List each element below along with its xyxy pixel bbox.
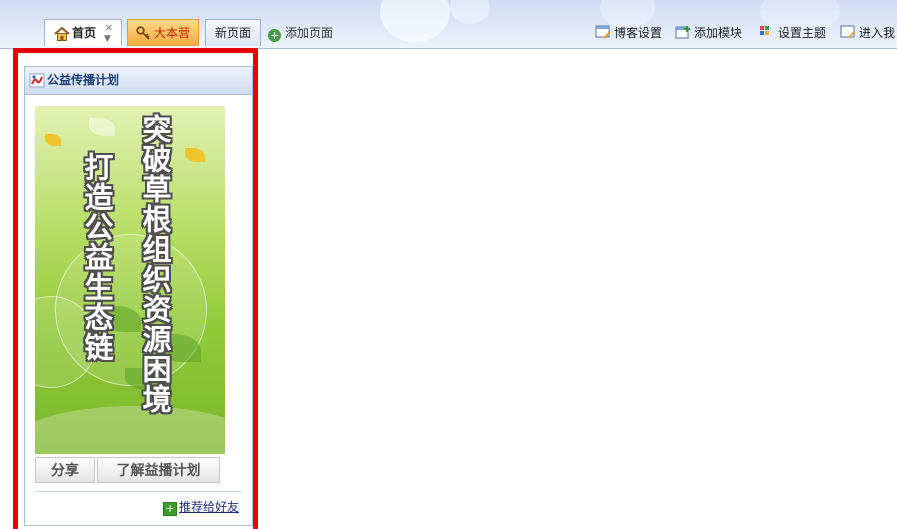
enter-my-label: 进入我 — [859, 26, 896, 40]
chevron-down-icon[interactable]: ▼ — [104, 26, 111, 48]
set-theme-button[interactable]: 设置主题 — [759, 25, 826, 41]
tab-dabenying-label: 大本营 — [154, 26, 191, 40]
module-logo-icon — [29, 73, 45, 88]
poster-leaf-decoration — [45, 134, 61, 146]
tab-home-label: 首页 — [72, 26, 97, 40]
recommend-to-friend-link[interactable]: + 推荐给好友 — [163, 499, 240, 516]
recommend-label: 推荐给好友 — [179, 500, 240, 514]
divider — [35, 491, 242, 492]
top-banner: 首页 × ▼ 大本营 新页面 + 添加页面 博客设置 添加模块 设置主题 进入我 — [0, 0, 897, 49]
plus-square-icon: + — [163, 502, 177, 516]
module-title: 公益传播计划 — [47, 73, 120, 87]
tab-new-page[interactable]: 新页面 — [205, 19, 261, 46]
share-button[interactable]: 分享 — [35, 457, 95, 483]
blog-settings-label: 博客设置 — [614, 26, 663, 40]
poster-wave-decoration — [35, 406, 225, 454]
add-page-label: 添加页面 — [285, 26, 334, 40]
house-icon — [54, 27, 70, 41]
poster-slogan-line1: 突破草根组织资源困境 — [138, 114, 172, 414]
charity-module: 公益传播计划 突破草根组织资源困境 打造公益生态链 分享 了解益播计划 + 推荐给… — [24, 66, 253, 526]
key-icon — [136, 26, 150, 40]
blog-settings-button[interactable]: 博客设置 — [595, 25, 662, 41]
banner-flower-decoration — [380, 0, 450, 42]
add-page-button[interactable]: + 添加页面 — [268, 25, 334, 42]
highlight-frame: 公益传播计划 突破草根组织资源困境 打造公益生态链 分享 了解益播计划 + 推荐给… — [13, 48, 258, 529]
add-module-label: 添加模块 — [694, 26, 743, 40]
tab-home[interactable]: 首页 × ▼ — [44, 19, 122, 46]
add-module-icon — [675, 25, 691, 39]
charity-poster-image[interactable]: 突破草根组织资源困境 打造公益生态链 — [35, 106, 225, 454]
set-theme-label: 设置主题 — [778, 26, 827, 40]
banner-flower-decoration — [450, 0, 490, 24]
theme-icon — [759, 25, 775, 39]
blog-settings-icon — [595, 25, 611, 39]
poster-leaf-decoration — [89, 118, 115, 136]
poster-leaf-decoration — [185, 148, 205, 162]
module-header[interactable]: 公益传播计划 — [25, 67, 252, 95]
tab-dabenying[interactable]: 大本营 — [127, 19, 199, 46]
add-circle-icon: + — [268, 29, 281, 42]
add-module-button[interactable]: 添加模块 — [675, 25, 742, 41]
learn-more-button[interactable]: 了解益播计划 — [97, 457, 220, 483]
enter-my-button[interactable]: 进入我 — [840, 25, 895, 41]
poster-slogan-line2: 打造公益生态链 — [80, 152, 114, 362]
enter-icon — [840, 25, 856, 39]
